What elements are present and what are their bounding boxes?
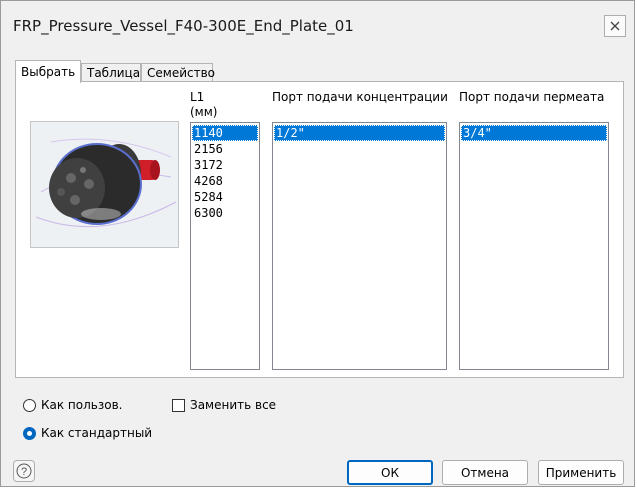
list-item[interactable]: 3172	[192, 157, 258, 173]
cancel-button[interactable]: Отмена	[442, 460, 528, 485]
checkbox-unchecked-icon[interactable]	[172, 398, 185, 412]
l1-column-header: L1 (мм)	[190, 90, 217, 120]
as-custom-radio[interactable]: Как пользов.	[23, 398, 122, 412]
title-bar: FRP_Pressure_Vessel_F40-300E_End_Plate_0…	[1, 1, 634, 53]
close-icon	[610, 21, 620, 31]
tab-family[interactable]: Семейство	[141, 63, 215, 82]
list-item[interactable]: 3/4"	[461, 125, 607, 141]
pressure-vessel-end-plate-icon	[31, 122, 178, 247]
apply-button[interactable]: Применить	[538, 460, 624, 485]
list-item[interactable]: 6300	[192, 205, 258, 221]
l1-header-unit: (мм)	[190, 105, 218, 119]
as-standard-label: Как стандартный	[41, 426, 153, 440]
ok-button[interactable]: ОК	[347, 460, 433, 485]
help-button[interactable]: ?	[13, 460, 35, 482]
radio-unchecked-icon[interactable]	[23, 398, 36, 412]
concentrate-port-column-header: Порт подачи концентрации	[272, 90, 448, 104]
as-standard-radio[interactable]: Как стандартный	[23, 426, 152, 440]
cancel-button-label: Отмена	[460, 465, 510, 480]
list-item[interactable]: 2156	[192, 141, 258, 157]
close-button[interactable]	[604, 15, 626, 37]
help-icon: ?	[16, 463, 32, 479]
tab-select-label: Выбрать	[21, 65, 76, 79]
list-item[interactable]: 4268	[192, 173, 258, 189]
tab-table[interactable]: Таблица	[81, 63, 141, 82]
select-tab-panel: L1 (мм) 1140 2156 3172 4268 5284 6300 По…	[15, 81, 624, 378]
list-item[interactable]: 1/2"	[274, 125, 445, 141]
tab-select[interactable]: Выбрать	[15, 60, 81, 83]
as-custom-label: Как пользов.	[41, 398, 123, 412]
apply-button-label: Применить	[545, 465, 617, 480]
l1-header-label: L1	[190, 90, 205, 104]
tab-family-label: Семейство	[147, 66, 215, 80]
window-title: FRP_Pressure_Vessel_F40-300E_End_Plate_0…	[13, 17, 354, 35]
svg-text:?: ?	[21, 466, 27, 478]
part-preview-image	[30, 121, 179, 248]
dialog-window: FRP_Pressure_Vessel_F40-300E_End_Plate_0…	[0, 0, 635, 487]
permeate-port-listbox[interactable]: 3/4"	[459, 122, 609, 370]
background-strip	[0, 487, 637, 499]
ok-button-label: ОК	[381, 465, 399, 480]
concentrate-port-listbox[interactable]: 1/2"	[272, 122, 447, 370]
tab-table-label: Таблица	[87, 66, 141, 80]
l1-listbox[interactable]: 1140 2156 3172 4268 5284 6300	[190, 122, 260, 370]
radio-checked-icon[interactable]	[23, 426, 36, 440]
list-item[interactable]: 1140	[192, 125, 258, 141]
permeate-port-column-header: Порт подачи пермеата	[459, 90, 605, 104]
replace-all-label: Заменить все	[190, 398, 277, 412]
replace-all-checkbox[interactable]: Заменить все	[172, 398, 276, 412]
list-item[interactable]: 5284	[192, 189, 258, 205]
